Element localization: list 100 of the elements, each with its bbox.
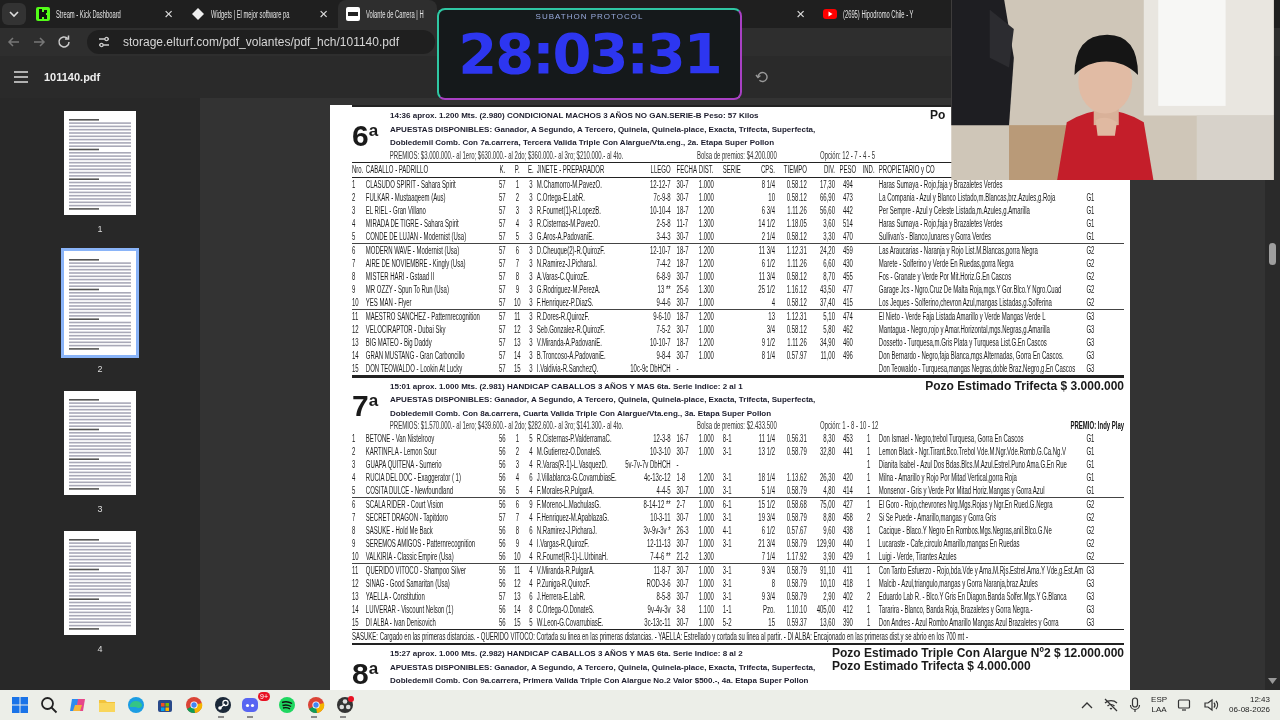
table-cell: 4-1 <box>722 524 732 537</box>
disc-icon[interactable] <box>213 695 233 715</box>
diamond-icon <box>191 7 205 21</box>
site-info-icon[interactable] <box>97 35 111 49</box>
table-cell: 15 <box>352 361 359 375</box>
close-tab-button[interactable]: × <box>792 5 809 22</box>
table-cell: 11 <box>352 309 359 323</box>
table-cell: 30-7 <box>676 590 689 603</box>
browser-tab[interactable]: (2695) Hipodromo Chile - Y <box>815 0 945 28</box>
scroll-down-icon[interactable] <box>1268 678 1277 684</box>
speaker-icon[interactable] <box>1203 697 1220 713</box>
address-field[interactable]: storage.elturf.com/pdf_volantes/pdf_hch/101140.pdf <box>87 30 435 54</box>
table-cell: 9 1/2 <box>761 335 775 349</box>
table-cell: 1 <box>866 445 871 458</box>
search-icon[interactable] <box>39 695 59 715</box>
ring-icon[interactable] <box>306 695 326 715</box>
keyboard-layout[interactable]: LAA <box>1151 705 1167 715</box>
table-cell: G1 <box>1086 484 1095 497</box>
table-cell: 412 <box>842 603 853 616</box>
reload-icon[interactable] <box>56 34 72 50</box>
table-cell: 1.000 <box>698 511 714 524</box>
table-cell: 9-8-4 <box>656 348 671 362</box>
microphone-icon[interactable] <box>1129 697 1142 713</box>
table-cell: 5 <box>352 229 356 243</box>
table-cell: 11 1/4 <box>758 432 775 445</box>
column-header: PESO <box>839 162 857 177</box>
table-cell: 11 3/4 <box>758 269 775 283</box>
table-cell: G2 <box>1086 550 1095 563</box>
ring-icon[interactable] <box>184 695 204 715</box>
page-thumbnail[interactable] <box>61 528 139 638</box>
input-language[interactable]: ESP <box>1151 695 1168 705</box>
scrollbar-thumb[interactable] <box>1269 243 1276 265</box>
pot-estimate: Pozo Estimado Trifecta $ 3.000.000 <box>925 379 1124 393</box>
table-cell: 10 <box>768 190 775 204</box>
browser-tab[interactable]: Widgets | El mejor software pa × <box>183 0 338 28</box>
table-cell: G3 <box>1086 577 1095 590</box>
table-cell: Tararira - Blanco, Banda Roja, Brazaletes y Gorra Negra.- <box>878 603 1033 616</box>
table-cell: 8 <box>352 269 356 283</box>
table-cell: 18-7 <box>676 256 689 270</box>
table-cell: 460 <box>842 335 853 349</box>
table-cell: 4 <box>529 577 533 590</box>
table-cell: 11,00 <box>820 348 835 362</box>
table-cell: 13 <box>513 335 521 349</box>
rotate-icon[interactable] <box>754 69 770 85</box>
network-off-icon[interactable] <box>1103 697 1120 713</box>
table-cell: AIRE DE NOVIEMBRE - Kingly (Usa) <box>365 256 466 270</box>
table-cell: SASUKE - Hold Me Back <box>365 524 433 537</box>
table-cell: 1.000 <box>698 177 714 191</box>
browser-tab[interactable]: × <box>742 0 815 28</box>
table-cell: 1 <box>866 564 871 577</box>
table-cell: 496 <box>842 348 853 362</box>
close-tab-button[interactable]: × <box>160 5 177 22</box>
table-cell: 57 <box>498 361 506 375</box>
table-cell: 8,80 <box>823 511 835 524</box>
table-cell: - <box>676 458 679 471</box>
table-cell: 2 <box>866 590 871 603</box>
caret-up-icon[interactable] <box>1081 701 1094 709</box>
column-header: DIST. <box>698 162 714 177</box>
browser-tab[interactable]: Volante de Carrera | H <box>338 0 437 28</box>
table-cell: 5-2 <box>722 616 732 629</box>
close-tab-button[interactable]: × <box>315 5 332 22</box>
table-cell: 75,00 <box>820 498 835 511</box>
table-cell: R.Fournet(1)-R.LopezB. <box>536 203 601 217</box>
table-cell: 0.58.12 <box>786 190 807 204</box>
table-cell: W.Leon-G.CovarrubiasE. <box>536 616 604 629</box>
clock-date[interactable]: 06-08-2026 <box>1229 705 1270 715</box>
table-cell: 30-7 <box>676 190 689 204</box>
table-cell: G2 <box>1086 243 1095 257</box>
table-cell: 19 3/4 <box>758 511 775 524</box>
table-cell: 13,60 <box>820 616 835 629</box>
browser-tab[interactable]: Stream - Kick Dashboard × <box>28 0 183 28</box>
table-cell: Dossetto - Turquesa,m.Gris Plata y Turquesa List.G.En Cascos <box>878 335 1047 349</box>
table-cell: 1.100 <box>698 603 714 616</box>
tab-list-button[interactable] <box>2 3 26 25</box>
wave-icon[interactable] <box>126 695 146 715</box>
table-cell: 1.13.62 <box>786 471 807 484</box>
table-cell: 21 3/4 <box>758 537 775 550</box>
table-cell: 6 1/2 <box>761 256 775 270</box>
clock-time[interactable]: 12:43 <box>1249 695 1270 705</box>
table-cell: 43,50 <box>820 282 835 296</box>
page-thumbnail[interactable] <box>61 388 139 498</box>
table-cell: 30-7 <box>676 177 689 191</box>
table-cell: 14 <box>513 348 521 362</box>
table-cell: 56 <box>498 577 506 590</box>
menu-icon[interactable] <box>14 71 28 83</box>
gamepad-icon[interactable] <box>240 695 260 715</box>
table-cell: G3 <box>1086 590 1095 603</box>
table-cell: P.Zuniga-R.QuirozF. <box>536 577 591 590</box>
column-header: K. <box>499 162 506 177</box>
start-icon[interactable] <box>10 695 30 715</box>
table-cell: 1-8 <box>676 471 686 484</box>
table-cell: 7-4-2 <box>656 256 671 270</box>
table-cell: 4 <box>529 550 533 563</box>
table-cell: 2 <box>866 511 871 524</box>
sound-waves-icon[interactable] <box>277 695 297 715</box>
page-thumbnail[interactable] <box>61 248 139 358</box>
page-thumbnail[interactable] <box>61 108 139 218</box>
table-cell: 8 <box>352 524 356 537</box>
table-cell: 8-5-8 <box>656 590 671 603</box>
disc-icon[interactable] <box>335 695 355 715</box>
